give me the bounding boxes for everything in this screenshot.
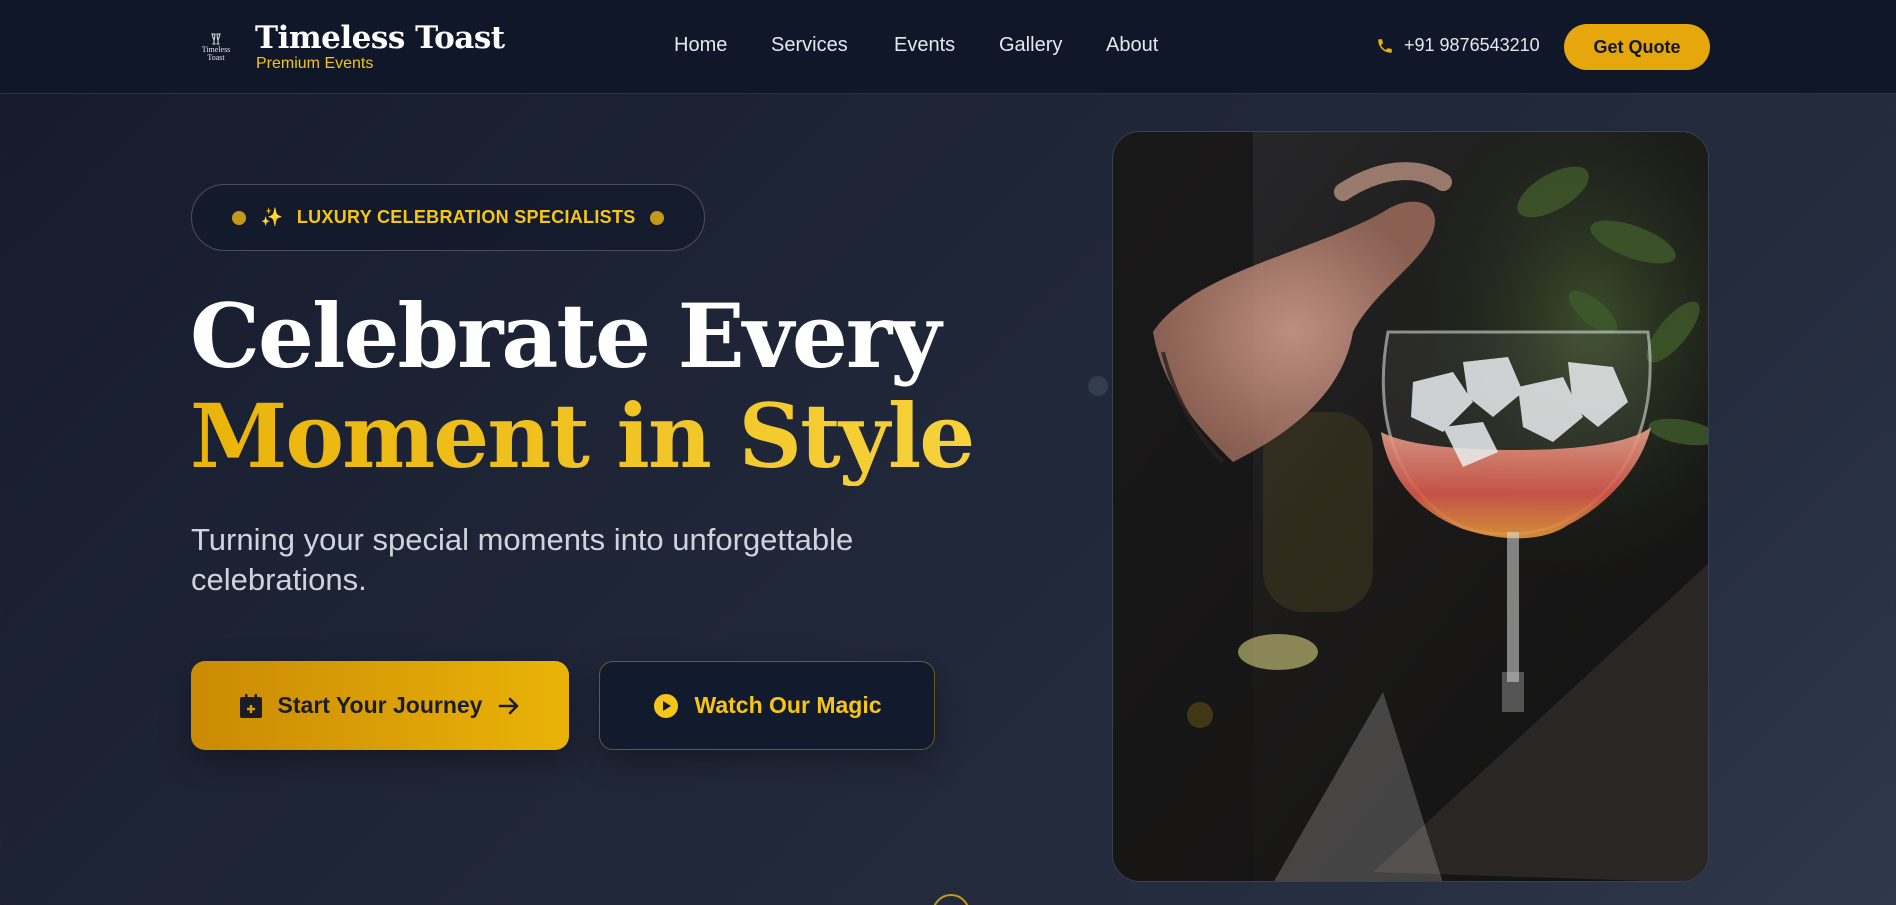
cocktail-illustration [1113,132,1708,881]
scroll-indicator-icon[interactable] [931,893,971,905]
nav-services[interactable]: Services [771,34,848,57]
headline-line-1: Celebrate Every [190,284,941,388]
badge-dot-left [232,210,247,225]
watch-magic-label: Watch Our Magic [694,692,882,718]
play-circle-icon [653,693,678,718]
get-quote-button[interactable]: Get Quote [1564,24,1710,70]
headline-line-2: Moment in Style [190,384,975,488]
toast-glasses-icon [211,33,221,45]
arrow-right-icon [499,697,519,714]
phone-link[interactable]: +91 9876543210 [1376,35,1540,56]
start-journey-label: Start Your Journey [277,692,483,718]
watch-magic-button[interactable]: Watch Our Magic [599,661,935,750]
decorative-dot [1088,376,1108,396]
nav-gallery[interactable]: Gallery [999,34,1062,57]
hero-badge: ✨ LUXURY CELEBRATION SPECIALISTS [191,184,705,251]
nav-events[interactable]: Events [894,34,955,57]
calendar-plus-icon [239,693,262,718]
cocktail-glass-photo [1112,131,1709,882]
logo[interactable]: Timeless Toast [196,30,236,64]
hero-subtitle: Turning your special moments into unforg… [191,522,854,597]
logo-mark-text: Timeless Toast [201,45,231,62]
nav-home[interactable]: Home [674,34,727,57]
decorative-dot [1187,702,1213,728]
nav-about[interactable]: About [1106,34,1158,57]
badge-text: LUXURY CELEBRATION SPECIALISTS [296,207,636,227]
hero-headline: Celebrate Every Moment in Style [190,284,975,488]
phone-number: +91 9876543210 [1404,35,1540,55]
badge-dot-right [649,210,664,225]
sparkle-icon: ✨ [260,207,283,227]
brand-name[interactable]: Timeless Toast [255,20,505,56]
phone-icon [1378,38,1392,53]
site-header: Timeless Toast Timeless Toast Premium Ev… [0,0,1896,94]
brand-tagline: Premium Events [256,55,374,72]
start-journey-button[interactable]: Start Your Journey [191,661,569,750]
